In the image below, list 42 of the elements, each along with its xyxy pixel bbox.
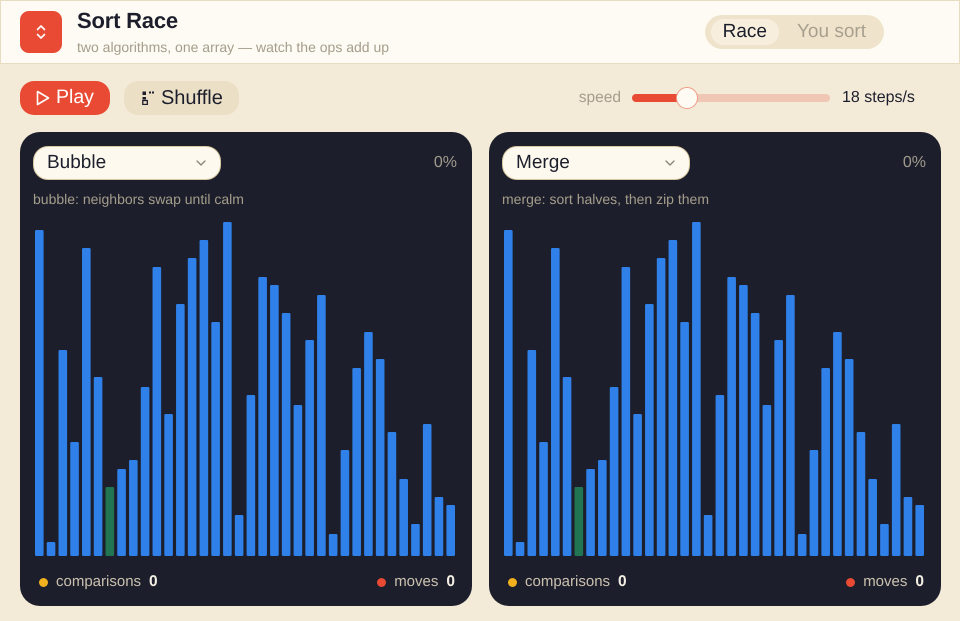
array-bar: [798, 534, 806, 556]
slider-thumb[interactable]: [676, 87, 698, 109]
chevron-icon: [665, 160, 675, 166]
stat-value: 0: [149, 572, 158, 592]
array-bar: [234, 515, 244, 556]
algorithm-description: merge: sort halves, then zip them: [502, 191, 710, 208]
array-bar: [446, 505, 455, 556]
play-button[interactable]: Play: [20, 81, 110, 115]
stat-value: 0: [915, 572, 924, 592]
speed-reading: 18 steps/s: [842, 88, 916, 108]
stat-label: comparisons: [525, 572, 610, 592]
shuffle-icon: [142, 91, 154, 105]
stat-value: 0: [618, 572, 627, 592]
array-bar: [915, 505, 924, 556]
algorithm-select[interactable]: Merge: [502, 146, 690, 180]
array-bar: [434, 497, 444, 556]
array-bar: [411, 524, 420, 556]
speed-label: speed: [578, 88, 621, 108]
stat-label: moves: [863, 572, 908, 592]
algorithm-select[interactable]: Bubble: [33, 146, 221, 180]
array-bar: [46, 542, 56, 556]
active-bar: [574, 487, 584, 556]
array-bar: [880, 524, 889, 556]
stat-value: 0: [446, 572, 455, 592]
progress-percent: 0%: [902, 153, 926, 173]
app-title: Sort Race: [77, 8, 179, 33]
algorithm-description: bubble: neighbors swap until calm: [33, 191, 245, 208]
chevron-icon: [196, 160, 206, 166]
stat-label: comparisons: [56, 572, 142, 592]
array-bar: [516, 542, 524, 556]
array-bar: [704, 515, 712, 556]
app-subtitle: two algorithms, one array — watch the ops add up: [77, 38, 390, 56]
logo-icon: [20, 10, 62, 53]
play-icon: [36, 90, 50, 106]
speed-slider[interactable]: [632, 87, 830, 109]
progress-percent: 0%: [434, 153, 457, 173]
active-bar: [106, 487, 114, 556]
array-bar: [328, 534, 338, 556]
stat-label: moves: [394, 572, 438, 592]
array-bar: [904, 497, 912, 556]
mode-tab[interactable]: Race: [710, 19, 779, 45]
shuffle-button[interactable]: Shuffle: [124, 81, 239, 115]
